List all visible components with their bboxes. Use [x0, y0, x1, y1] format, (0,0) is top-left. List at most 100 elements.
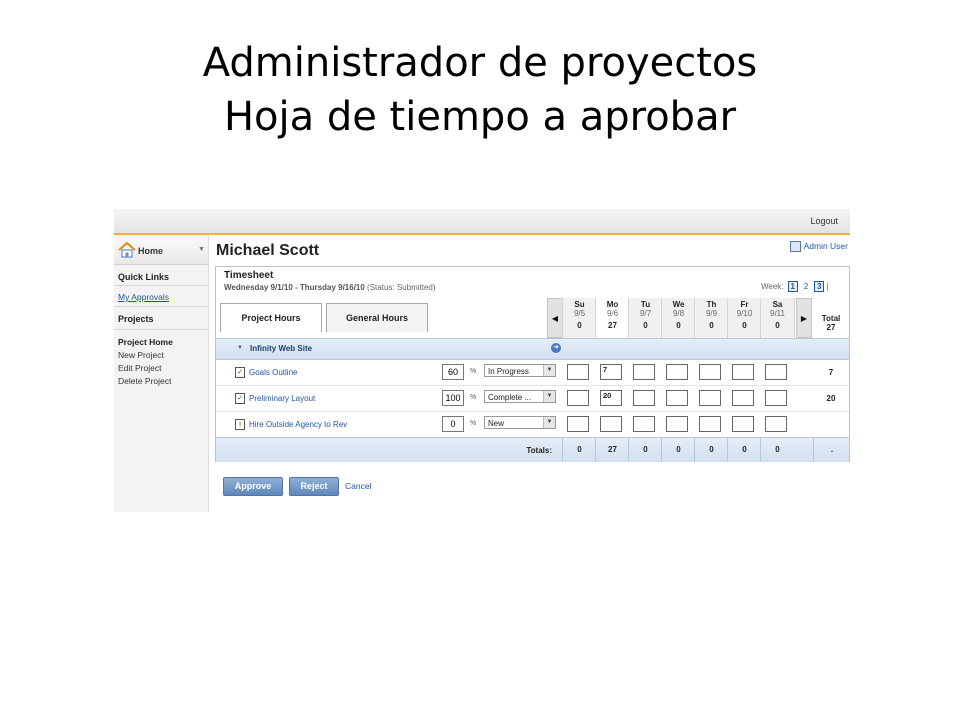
- hours-input-sa[interactable]: [765, 390, 787, 406]
- day-date: 9/11: [770, 309, 785, 318]
- day-name: Sa: [772, 300, 783, 309]
- total-label: Total: [821, 314, 841, 323]
- hours-input-fr[interactable]: [732, 364, 754, 380]
- task-check-icon: ✓: [235, 393, 245, 404]
- task-name-link[interactable]: Goals Outline: [249, 368, 347, 377]
- hours-input-mo[interactable]: 7: [600, 364, 622, 380]
- column-total-we: 0: [661, 438, 695, 462]
- day-header-mo: Mo 9/6 27: [595, 298, 629, 338]
- hours-input-mo[interactable]: 20: [600, 390, 622, 406]
- divider: [114, 285, 208, 286]
- next-week-button[interactable]: ▶: [796, 298, 812, 338]
- task-name-link[interactable]: Preliminary Layout: [249, 394, 347, 403]
- week-1-link[interactable]: 1: [787, 281, 798, 292]
- day-header-th: Th 9/9 0: [694, 298, 728, 338]
- day-name: Mo: [606, 300, 619, 309]
- hours-input-tu[interactable]: [633, 416, 655, 432]
- project-name: Infinity Web Site: [250, 344, 313, 353]
- day-header-tu: Tu 9/7 0: [628, 298, 662, 338]
- hours-input-we[interactable]: [666, 390, 688, 406]
- status-value: Complete ...: [488, 393, 532, 402]
- task-row: i Hire Outside Agency to Rev 0 % New ▼: [216, 412, 849, 438]
- project-home-link[interactable]: Project Home: [118, 337, 173, 347]
- hours-input-th[interactable]: [699, 416, 721, 432]
- home-menu-button[interactable]: Home ▼: [114, 238, 208, 265]
- arrow-right-icon[interactable]: ➜: [551, 343, 561, 353]
- day-total: 0: [643, 321, 648, 330]
- collapse-icon[interactable]: ▼: [237, 345, 243, 351]
- status-select[interactable]: New ▼: [484, 416, 556, 429]
- row-total: 20: [826, 394, 836, 403]
- day-date: 9/10: [736, 309, 753, 318]
- percent-symbol: %: [470, 394, 477, 401]
- edit-project-link[interactable]: Edit Project: [118, 363, 161, 373]
- grand-total: 27: [826, 323, 836, 332]
- status-select[interactable]: Complete ... ▼: [484, 390, 556, 403]
- row-total: 7: [828, 368, 834, 377]
- column-total-fr: 0: [727, 438, 761, 462]
- timesheet-screenshot: Logout Home ▼ Quick Links My Approvals P…: [114, 209, 850, 512]
- admin-user-link[interactable]: Admin User: [789, 241, 848, 253]
- reject-button[interactable]: Reject: [289, 477, 339, 496]
- day-total: 0: [742, 321, 747, 330]
- divider: [114, 306, 208, 307]
- hours-input-su[interactable]: [567, 364, 589, 380]
- hours-input-mo[interactable]: [600, 416, 622, 432]
- date-range: Wednesday 9/1/10 - Thursday 9/16/10: [224, 283, 365, 292]
- task-name-link[interactable]: Hire Outside Agency to Rev: [249, 420, 347, 429]
- column-total-th: 0: [694, 438, 728, 462]
- percent-input[interactable]: 0: [442, 416, 464, 432]
- hours-input-th[interactable]: [699, 390, 721, 406]
- my-approvals-link[interactable]: My Approvals: [118, 292, 169, 302]
- total-header: Total 27: [813, 298, 849, 338]
- timesheet-panel: Timesheet Wednesday 9/1/10 - Thursday 9/…: [215, 266, 850, 462]
- percent-input[interactable]: 60: [442, 364, 464, 380]
- hours-input-sa[interactable]: [765, 416, 787, 432]
- timesheet-title: Timesheet: [224, 270, 274, 281]
- week-2-link[interactable]: 2: [802, 282, 810, 291]
- day-total: 0: [709, 321, 714, 330]
- timesheet-range: Wednesday 9/1/10 - Thursday 9/16/10 (Sta…: [224, 283, 436, 292]
- status-select[interactable]: In Progress ▼: [484, 364, 556, 377]
- week-3-link[interactable]: 3: [814, 281, 825, 292]
- task-row: ✓ Goals Outline 60 % In Progress ▼ 7 7: [216, 360, 849, 386]
- hours-input-th[interactable]: [699, 364, 721, 380]
- delete-project-link[interactable]: Delete Project: [118, 376, 171, 386]
- totals-label: Totals:: [526, 446, 552, 455]
- hours-input-fr[interactable]: [732, 416, 754, 432]
- logout-link[interactable]: Logout: [810, 216, 838, 226]
- day-header-su: Su 9/5 0: [562, 298, 596, 338]
- chevron-down-icon: ▼: [543, 417, 555, 428]
- hours-input-fr[interactable]: [732, 390, 754, 406]
- percent-symbol: %: [470, 368, 477, 375]
- hours-input-we[interactable]: [666, 416, 688, 432]
- day-date: 9/7: [639, 309, 652, 318]
- hours-input-we[interactable]: [666, 364, 688, 380]
- home-icon: [118, 242, 136, 258]
- tab-general-hours[interactable]: General Hours: [326, 303, 428, 332]
- task-info-icon: i: [235, 419, 245, 430]
- approve-button[interactable]: Approve: [223, 477, 283, 496]
- day-name: Th: [706, 300, 717, 309]
- status-value: New: [488, 419, 505, 428]
- week-separator: |: [826, 282, 829, 291]
- day-header-we: We 9/8 0: [661, 298, 695, 338]
- percent-input[interactable]: 100: [442, 390, 464, 406]
- day-date: 9/5: [573, 309, 586, 318]
- hours-input-su[interactable]: [567, 416, 589, 432]
- column-total-sa: 0: [760, 438, 794, 462]
- day-total: 0: [676, 321, 681, 330]
- day-total: 0: [577, 321, 582, 330]
- project-row[interactable]: ▼ Infinity Web Site ➜: [216, 338, 849, 360]
- hours-input-tu[interactable]: [633, 364, 655, 380]
- hours-input-tu[interactable]: [633, 390, 655, 406]
- chevron-down-icon: ▼: [543, 391, 555, 402]
- column-total-mo: 27: [595, 438, 629, 462]
- tab-project-hours[interactable]: Project Hours: [220, 303, 322, 332]
- new-project-link[interactable]: New Project: [118, 350, 164, 360]
- hours-input-su[interactable]: [567, 390, 589, 406]
- hours-input-sa[interactable]: [765, 364, 787, 380]
- prev-week-button[interactable]: ◀: [547, 298, 563, 338]
- status-value: In Progress: [488, 367, 529, 376]
- cancel-link[interactable]: Cancel: [345, 481, 371, 491]
